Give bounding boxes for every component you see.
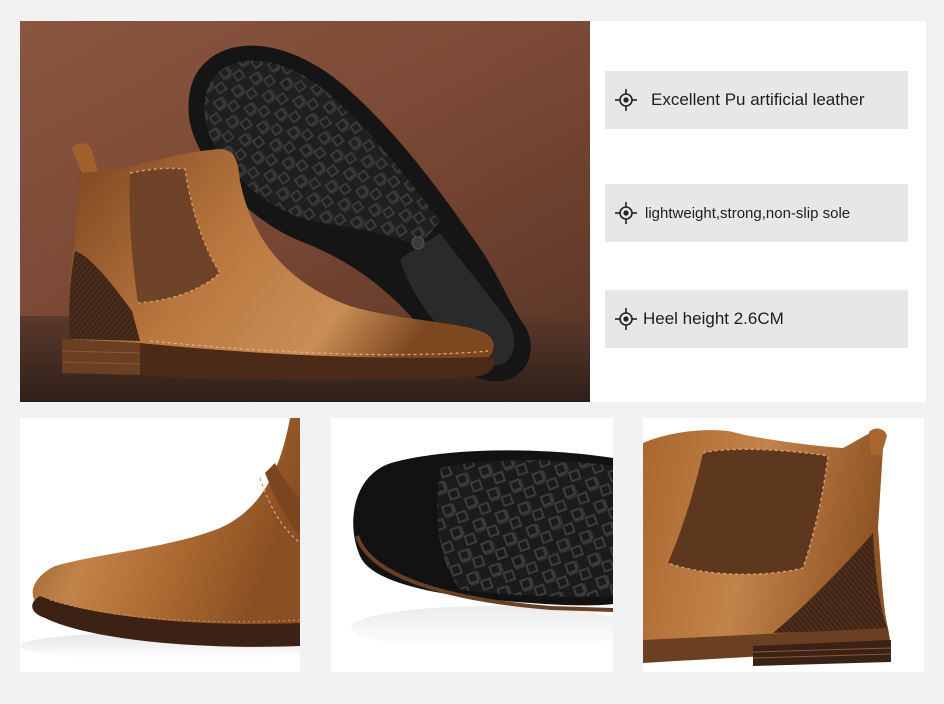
hero-product-photo: [20, 21, 590, 402]
crosshair-icon: [615, 89, 637, 111]
crosshair-icon: [615, 202, 637, 224]
feature-item: Heel height 2.6CM: [605, 290, 908, 348]
feature-item: lightweight,strong,non-slip sole: [605, 184, 908, 242]
outsole-closeup-photo: [331, 418, 613, 672]
chelsea-boot-hero-image: [20, 21, 590, 402]
crosshair-icon: [615, 308, 637, 330]
toe-closeup-photo: [20, 418, 300, 672]
boot-heel-image: [643, 418, 924, 672]
heel-closeup-photo: [643, 418, 924, 672]
feature-label: lightweight,strong,non-slip sole: [645, 204, 851, 222]
boot-toe-image: [20, 418, 300, 672]
boot-sole-image: [331, 418, 613, 672]
feature-label: Heel height 2.6CM: [643, 309, 784, 328]
feature-item: Excellent Pu artificial leather: [605, 71, 908, 129]
feature-label: Excellent Pu artificial leather: [651, 90, 865, 109]
feature-list: Excellent Pu artificial leather lightwei…: [590, 21, 926, 402]
